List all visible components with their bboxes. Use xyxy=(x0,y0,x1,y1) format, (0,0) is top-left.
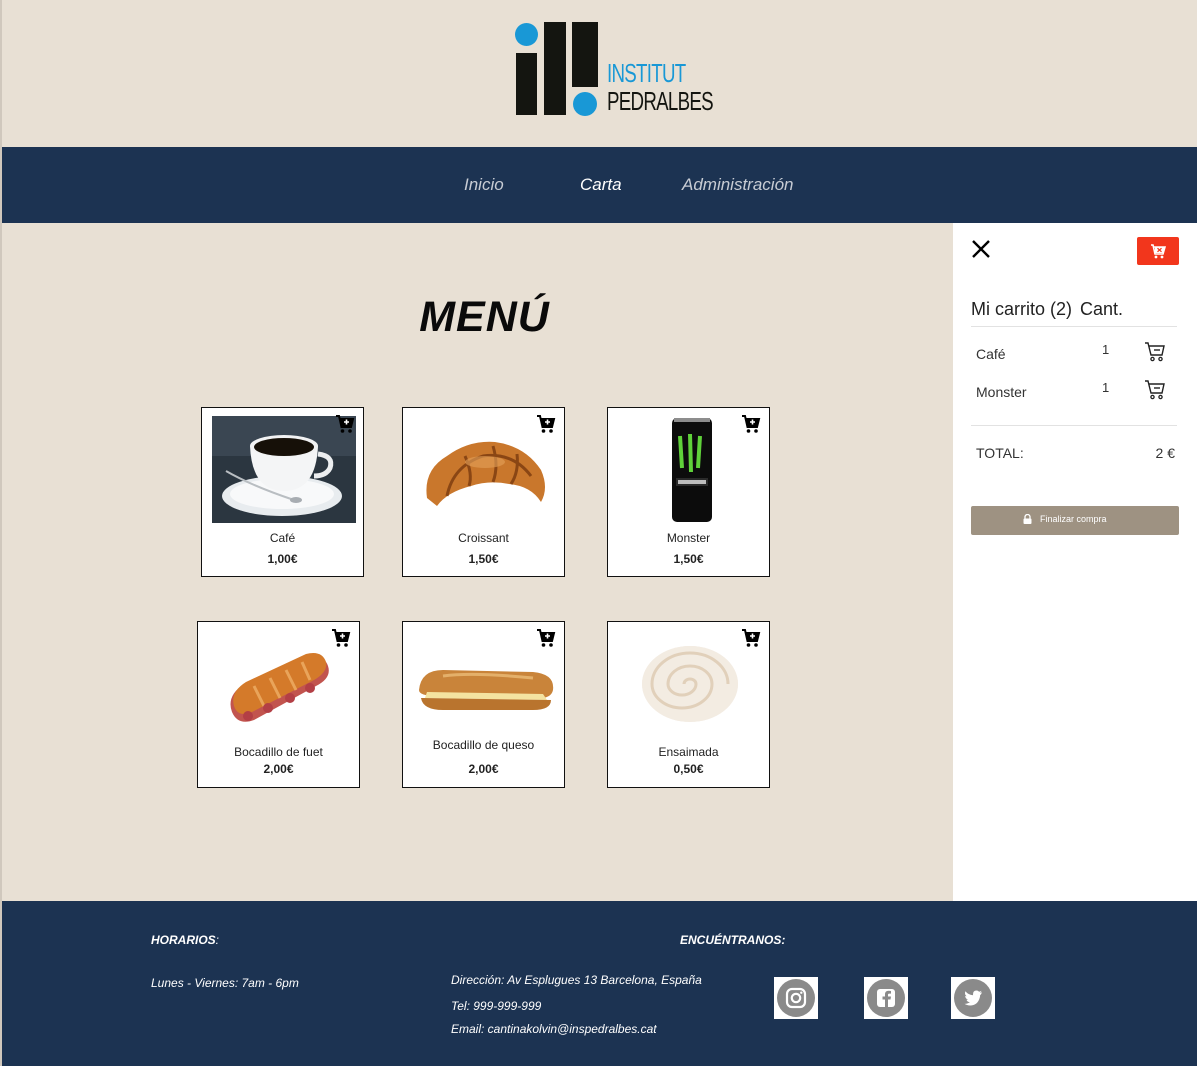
cart-item: Monster 1 xyxy=(976,378,1176,402)
add-to-cart-icon[interactable] xyxy=(335,414,355,434)
hours-title: HORARIOS: xyxy=(151,933,220,947)
logo-text-pedralbes: PEDRALBES xyxy=(607,86,714,116)
divider xyxy=(971,425,1177,426)
twitter-icon[interactable] xyxy=(951,977,995,1019)
hours-text: Lunes - Viernes: 7am - 6pm xyxy=(151,976,299,990)
facebook-icon[interactable] xyxy=(864,977,908,1019)
add-to-cart-icon[interactable] xyxy=(536,414,556,434)
lock-icon xyxy=(1023,513,1032,524)
product-card-monster[interactable]: Monster 1,50€ xyxy=(607,407,770,577)
cart-item-name: Café xyxy=(976,346,1006,362)
hours-title-text: HORARIOS xyxy=(151,933,216,947)
product-price: 1,50€ xyxy=(468,552,499,566)
logo-bar-3 xyxy=(572,22,598,87)
product-card-bocadillo-queso[interactable]: Bocadillo de queso 2,00€ xyxy=(402,621,565,788)
menu-section: MENÚ Café 1,00€ Croissant 1,50€ Monster … xyxy=(2,223,952,901)
empty-cart-button[interactable] xyxy=(1137,237,1179,265)
cart-item-qty: 1 xyxy=(1102,380,1110,395)
site-header: INSTITUT PEDRALBES xyxy=(2,0,1197,147)
product-name: Bocadillo de queso xyxy=(432,738,535,752)
cart-item-qty: 1 xyxy=(1102,342,1110,357)
add-to-cart-icon[interactable] xyxy=(741,414,761,434)
cart-item: Café 1 xyxy=(976,340,1176,364)
cart-title: Mi carrito (2) xyxy=(971,299,1073,319)
cart-item-name: Monster xyxy=(976,384,1027,400)
product-price: 1,50€ xyxy=(673,552,704,566)
logo-text-institut: INSTITUT xyxy=(607,58,686,88)
product-price: 2,00€ xyxy=(468,762,499,776)
nav-inicio[interactable]: Inicio xyxy=(464,175,504,195)
product-card-cafe[interactable]: Café 1,00€ xyxy=(201,407,364,577)
add-to-cart-icon[interactable] xyxy=(741,628,761,648)
remove-from-cart-icon[interactable] xyxy=(1144,340,1166,362)
product-card-ensaimada[interactable]: Ensaimada 0,50€ xyxy=(607,621,770,788)
checkout-button[interactable]: Finalizar compra xyxy=(971,506,1179,535)
product-price: 2,00€ xyxy=(263,762,294,776)
instagram-icon[interactable] xyxy=(774,977,818,1019)
nav-administracion[interactable]: Administración xyxy=(682,175,794,195)
product-name: Croissant xyxy=(458,531,509,545)
product-name: Bocadillo de fuet xyxy=(234,745,323,759)
main-nav: Inicio Carta Administración xyxy=(2,147,1197,223)
product-name: Ensaimada xyxy=(658,745,719,759)
menu-title: MENÚ xyxy=(419,293,550,341)
phone: Tel: 999-999-999 xyxy=(451,999,542,1013)
product-card-croissant[interactable]: Croissant 1,50€ xyxy=(402,407,565,577)
product-price: 0,50€ xyxy=(673,762,704,776)
logo-dot-top xyxy=(515,23,538,46)
cart-qty-header: Cant. xyxy=(1080,299,1124,319)
logo-dot-bottom xyxy=(573,92,597,116)
address: Dirección: Av Esplugues 13 Barcelona, Es… xyxy=(451,973,702,987)
nav-carta[interactable]: Carta xyxy=(580,175,622,195)
cart-panel: Mi carrito (2) Cant. Café 1 Monster 1 TOT… xyxy=(953,223,1197,901)
add-to-cart-icon[interactable] xyxy=(331,628,351,648)
find-us-title: ENCUÉNTRANOS: xyxy=(680,933,786,947)
logo-bar-1 xyxy=(516,53,537,115)
product-name: Monster xyxy=(666,531,711,545)
cart-header: Mi carrito (2) Cant. xyxy=(971,299,1123,320)
product-name: Café xyxy=(269,531,296,545)
close-icon[interactable] xyxy=(971,239,991,259)
add-to-cart-icon[interactable] xyxy=(536,628,556,648)
institut-pedralbes-logo[interactable]: INSTITUT PEDRALBES xyxy=(514,22,714,118)
cart-remove-icon xyxy=(1151,244,1166,259)
total-label: TOTAL: xyxy=(976,445,1024,461)
total-value: 2 € xyxy=(1155,445,1175,461)
remove-from-cart-icon[interactable] xyxy=(1144,378,1166,400)
checkout-label: Finalizar compra xyxy=(1040,514,1107,524)
product-card-bocadillo-fuet[interactable]: Bocadillo de fuet 2,00€ xyxy=(197,621,360,788)
divider xyxy=(971,326,1177,327)
site-footer: HORARIOS: Lunes - Viernes: 7am - 6pm ENC… xyxy=(2,901,1197,1066)
logo-bar-2 xyxy=(544,22,566,115)
product-price: 1,00€ xyxy=(267,552,298,566)
email: Email: cantinakolvin@inspedralbes.cat xyxy=(451,1022,657,1036)
